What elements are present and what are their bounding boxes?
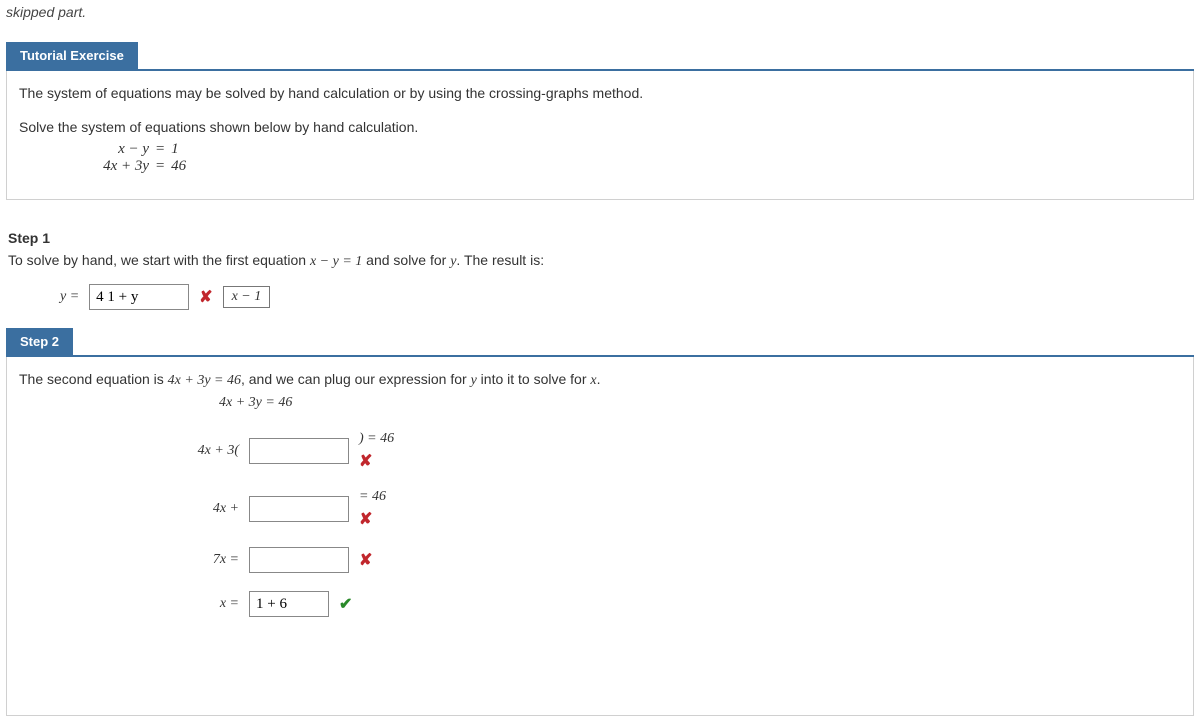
tutorial-tab: Tutorial Exercise xyxy=(6,42,138,69)
step-1-text: To solve by hand, we start with the firs… xyxy=(8,252,1200,270)
tutorial-desc-1: The system of equations may be solved by… xyxy=(19,85,1181,101)
step-2-tab: Step 2 xyxy=(6,328,73,355)
row2-right: = 46 xyxy=(359,489,386,505)
step-1-hint: x − 1 xyxy=(223,286,271,308)
row1-input[interactable] xyxy=(249,438,349,464)
wrong-icon: ✘ xyxy=(359,509,372,529)
step-1-title: Step 1 xyxy=(8,230,1200,246)
tutorial-desc-2: Solve the system of equations shown belo… xyxy=(19,119,1181,135)
wrong-icon: ✘ xyxy=(199,287,212,307)
step-2-text: The second equation is 4x + 3y = 46, and… xyxy=(19,371,1181,389)
intro-text: skipped part. xyxy=(0,0,1200,24)
correct-icon: ✔ xyxy=(339,594,352,614)
row1-right: ) = 46 xyxy=(359,431,394,447)
row4-left: x = xyxy=(139,596,239,612)
tutorial-section: Tutorial Exercise The system of equation… xyxy=(6,42,1194,200)
equation-1: x − y = 1 xyxy=(79,141,1181,158)
step-2-eq: 4x + 3y = 46 xyxy=(219,395,1181,411)
wrong-icon: ✘ xyxy=(359,451,372,471)
row2-input[interactable] xyxy=(249,496,349,522)
row3-input[interactable] xyxy=(249,547,349,573)
y-equals-label: y = xyxy=(60,289,79,305)
row1-left: 4x + 3( xyxy=(79,443,239,459)
step-1-answer-input[interactable] xyxy=(89,284,189,310)
row2-left: 4x + xyxy=(79,501,239,517)
row4-input[interactable] xyxy=(249,591,329,617)
wrong-icon: ✘ xyxy=(359,550,372,570)
equation-2: 4x + 3y = 46 xyxy=(79,158,1181,175)
step-2-section: Step 2 The second equation is 4x + 3y = … xyxy=(6,328,1194,716)
row3-left: 7x = xyxy=(139,552,239,568)
